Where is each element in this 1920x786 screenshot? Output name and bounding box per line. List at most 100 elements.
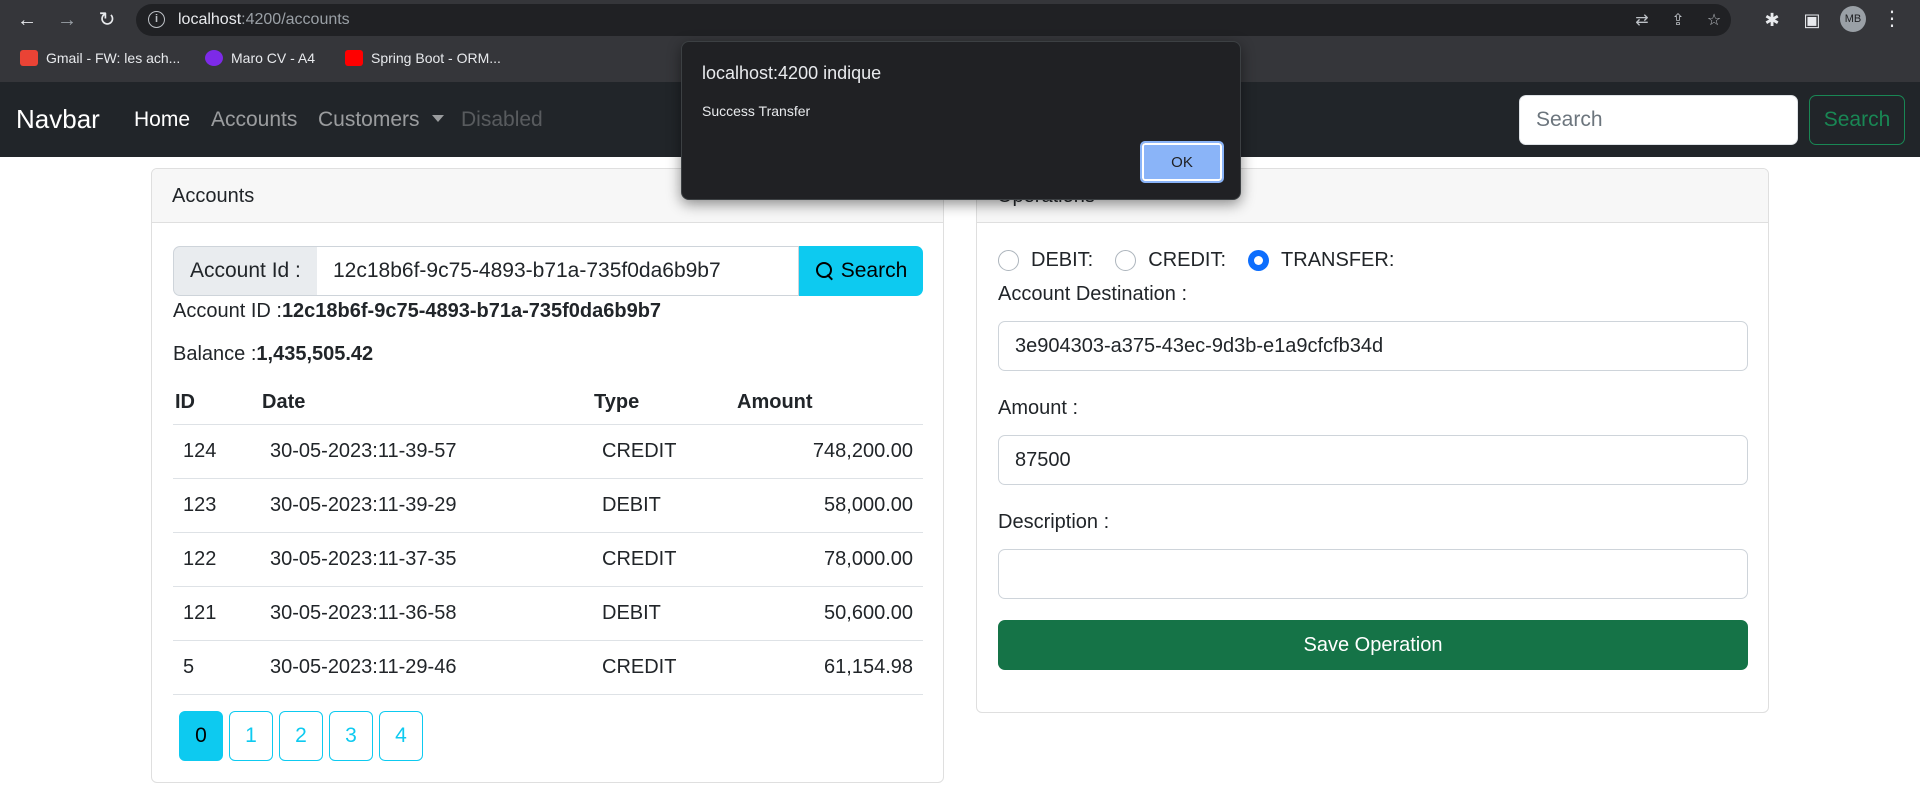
save-operation-button[interactable]: Save Operation: [998, 620, 1748, 670]
table-row: 122 30-05-2023:11-37-35 CREDIT 78,000.00: [173, 531, 923, 586]
cell-type: DEBIT: [592, 585, 735, 640]
site-info-icon[interactable]: i: [148, 11, 165, 28]
cell-type: DEBIT: [592, 477, 735, 532]
nav-customers-label: Customers: [318, 108, 420, 131]
radio-credit[interactable]: CREDIT:: [1115, 249, 1226, 272]
url-path: :4200/accounts: [241, 11, 350, 28]
cell-date: 30-05-2023:11-39-57: [260, 423, 592, 478]
radio-transfer[interactable]: TRANSFER:: [1248, 249, 1394, 272]
amount-label: Amount :: [998, 397, 1079, 419]
chevron-down-icon: [431, 115, 444, 122]
cell-amount: 78,000.00: [735, 531, 923, 586]
col-header-type: Type: [594, 391, 640, 414]
cell-type: CREDIT: [592, 639, 735, 695]
side-panel-icon[interactable]: ▣: [1800, 8, 1824, 32]
radio-debit[interactable]: DEBIT:: [998, 249, 1093, 272]
destination-input[interactable]: [998, 321, 1748, 371]
col-header-amount: Amount: [737, 391, 813, 414]
cell-amount: 61,154.98: [735, 639, 923, 695]
bookmark-star-icon[interactable]: ☆: [1705, 12, 1723, 30]
description-input[interactable]: [998, 549, 1748, 599]
page-button-1[interactable]: 1: [229, 711, 273, 761]
navbar-brand[interactable]: Navbar: [16, 104, 100, 135]
browser-toolbar: ← → ↻ i localhost:4200/accounts ⇄ ⇪ ☆ ✱ …: [0, 0, 1920, 40]
navbar-search-button[interactable]: Search: [1809, 95, 1905, 145]
cell-type: CREDIT: [592, 423, 735, 478]
radio-credit-circle[interactable]: [1115, 250, 1137, 271]
description-label: Description :: [998, 511, 1110, 533]
page-button-2[interactable]: 2: [279, 711, 323, 761]
account-id-line: Account ID :12c18b6f-9c75-4893-b71a-735f…: [173, 300, 661, 323]
radio-credit-label: CREDIT:: [1148, 249, 1227, 271]
pagination: 0 1 2 3 4: [179, 711, 423, 761]
profile-avatar[interactable]: MB: [1840, 6, 1866, 32]
cell-amount: 748,200.00: [735, 423, 923, 478]
bookmark-canva[interactable]: Maro CV - A4: [205, 46, 315, 70]
nav-accounts[interactable]: Accounts: [211, 108, 297, 132]
alert-message: Success Transfer: [702, 103, 811, 119]
radio-debit-circle[interactable]: [998, 250, 1019, 271]
share-icon[interactable]: ⇪: [1669, 12, 1687, 30]
cell-type: CREDIT: [592, 531, 735, 586]
cell-id: 121: [173, 585, 260, 640]
cell-date: 30-05-2023:11-37-35: [260, 531, 592, 586]
operations-table: ID Date Type Amount 124 30-05-2023:11-39…: [173, 382, 923, 695]
col-header-date: Date: [262, 391, 306, 414]
balance-prefix: Balance :: [173, 343, 257, 365]
radio-transfer-label: TRANSFER:: [1281, 249, 1395, 271]
alert-ok-button[interactable]: OK: [1140, 141, 1224, 183]
youtube-icon: [345, 50, 363, 66]
balance-line: Balance :1,435,505.42: [173, 343, 373, 366]
cell-date: 30-05-2023:11-39-29: [260, 477, 592, 532]
alert-title: localhost:4200 indique: [702, 63, 882, 83]
address-url[interactable]: localhost:4200/accounts: [178, 11, 350, 29]
account-id-display: 12c18b6f-9c75-4893-b71a-735f0da6b9b7: [281, 300, 662, 322]
account-id-label: Account Id :: [173, 246, 318, 296]
cell-date: 30-05-2023:11-36-58: [260, 585, 592, 640]
cell-id: 124: [173, 423, 260, 478]
navbar-search-input[interactable]: [1519, 95, 1798, 145]
cell-id: 122: [173, 531, 260, 586]
url-host: localhost: [178, 11, 242, 28]
bookmark-gmail[interactable]: Gmail - FW: les ach...: [20, 46, 180, 70]
browser-menu-icon[interactable]: ⋮: [1880, 8, 1904, 32]
accounts-card: Accounts Account Id : Search Account ID …: [151, 168, 944, 783]
bookmark-youtube[interactable]: Spring Boot - ORM...: [345, 46, 501, 70]
translate-icon[interactable]: ⇄: [1633, 12, 1651, 30]
nav-disabled: Disabled: [461, 108, 543, 131]
bookmark-label: Spring Boot - ORM...: [371, 50, 501, 66]
back-icon[interactable]: ←: [14, 7, 40, 33]
cell-amount: 50,600.00: [735, 585, 923, 640]
operation-type-radios: DEBIT: CREDIT: TRANSFER:: [998, 249, 1416, 272]
account-search-button-label: Search: [840, 259, 908, 282]
address-bar[interactable]: i localhost:4200/accounts ⇄ ⇪ ☆: [136, 4, 1731, 36]
cell-id: 123: [173, 477, 260, 532]
account-search-button[interactable]: Search: [799, 246, 923, 296]
cell-id: 5: [173, 639, 260, 695]
balance-value: 1,435,505.42: [256, 343, 374, 365]
page-button-4[interactable]: 4: [379, 711, 423, 761]
operations-card: Operations DEBIT: CREDIT: TRANSFER: Acco…: [976, 168, 1769, 713]
account-id-input[interactable]: [317, 246, 799, 296]
nav-home[interactable]: Home: [134, 108, 190, 132]
canva-icon: [205, 50, 223, 66]
radio-debit-label: DEBIT:: [1031, 249, 1094, 271]
reload-icon[interactable]: ↻: [94, 7, 120, 33]
search-icon: [815, 261, 835, 281]
table-row: 123 30-05-2023:11-39-29 DEBIT 58,000.00: [173, 477, 923, 532]
amount-input[interactable]: [998, 435, 1748, 485]
col-header-id: ID: [175, 391, 195, 414]
extensions-icon[interactable]: ✱: [1760, 8, 1784, 32]
table-row: 121 30-05-2023:11-36-58 DEBIT 50,600.00: [173, 585, 923, 640]
account-id-prefix: Account ID :: [173, 300, 282, 322]
table-row: 124 30-05-2023:11-39-57 CREDIT 748,200.0…: [173, 423, 923, 478]
nav-customers-dropdown[interactable]: Customers: [318, 108, 444, 132]
forward-icon[interactable]: →: [54, 7, 80, 33]
alert-dialog: localhost:4200 indique Success Transfer …: [681, 41, 1241, 200]
page-button-3[interactable]: 3: [329, 711, 373, 761]
bookmark-label: Maro CV - A4: [231, 50, 316, 66]
radio-transfer-circle[interactable]: [1248, 250, 1270, 271]
account-search-group: Account Id : Search: [173, 246, 923, 296]
page-button-0[interactable]: 0: [179, 711, 223, 761]
table-row: 5 30-05-2023:11-29-46 CREDIT 61,154.98: [173, 639, 923, 695]
